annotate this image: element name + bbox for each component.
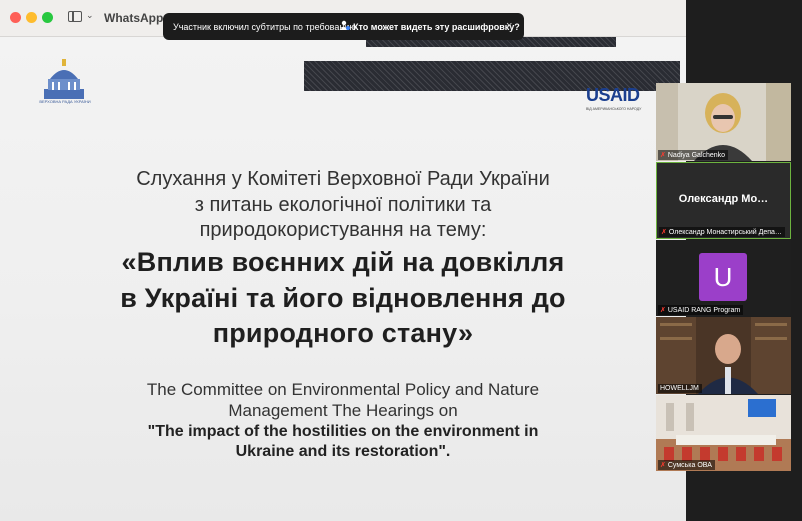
chevron-down-icon[interactable]: ⌄	[86, 10, 94, 21]
usaid-logo: USAID ВІД АМЕРИКАНСЬКОГО НАРОДУ	[586, 85, 641, 111]
participant-display-name: Олександр Мо…	[678, 193, 769, 205]
participant-tile-active[interactable]: Олександр Мо… ✗ Олександр Монастирський Д…	[656, 162, 791, 239]
participant-avatar: U	[699, 253, 747, 301]
en-title-line: Ukraine and its restoration".	[235, 443, 451, 460]
participant-name-label: HOWELLJM	[658, 384, 702, 393]
transcript-visibility-link[interactable]: Кто может видеть эту расшифровку?	[353, 22, 520, 32]
participant-video	[656, 317, 791, 394]
participant-name: Nadiya Galchenko	[667, 152, 726, 159]
participant-tile[interactable]: ✗ Сумська ОВА	[656, 395, 791, 471]
slide-title-line: в Україні та його відновлення до	[120, 283, 566, 313]
participant-tile[interactable]: ✗ Nadiya Galchenko	[656, 83, 791, 161]
minimize-window-button[interactable]	[26, 12, 37, 23]
usaid-logo-subtitle: ВІД АМЕРИКАНСЬКОГО НАРОДУ	[586, 107, 642, 111]
en-heading-line: The Committee on Environmental Policy an…	[146, 380, 540, 399]
captions-notification: Участник включил субтитры по требованию …	[163, 13, 524, 40]
participant-tile[interactable]: U ✗ USAID RANG Program	[656, 240, 791, 316]
muted-mic-icon: ✗	[660, 462, 666, 469]
close-window-button[interactable]	[10, 12, 21, 23]
zoom-window-button[interactable]	[42, 12, 53, 23]
person-info-icon	[340, 20, 350, 30]
participant-name: HOWELLJM	[660, 385, 699, 392]
participant-name-label: ✗ Nadiya Galchenko	[658, 150, 729, 160]
participant-name-label: ✗ USAID RANG Program	[658, 305, 744, 315]
ua-heading-line: природокористування на тему:	[199, 219, 487, 241]
participant-name-label: ✗ Сумська ОВА	[658, 460, 715, 470]
close-icon[interactable]: ×	[506, 20, 512, 32]
en-heading-line: Management The Hearings on	[228, 401, 458, 420]
en-title-line: "The impact of the hostilities on the en…	[147, 423, 539, 440]
muted-mic-icon: ✗	[661, 229, 667, 236]
parliament-caption: ВЕРХОВНА РАДА УКРАЇНИ	[39, 99, 91, 104]
slide-title-line: природного стану»	[212, 318, 474, 348]
shared-slide: ВЕРХОВНА РАДА УКРАЇНИ USAID ВІД АМЕРИКАН…	[0, 37, 686, 521]
ua-heading-line: Слухання у Комітеті Верховної Ради Украї…	[136, 168, 550, 190]
participant-name: Олександр Монастирський Депа…	[668, 229, 782, 236]
muted-mic-icon: ✗	[660, 307, 666, 314]
participant-name-label: ✗ Олександр Монастирський Депа…	[659, 227, 785, 237]
muted-mic-icon: ✗	[660, 152, 666, 159]
usaid-logo-text: USAID	[586, 85, 640, 105]
notification-message: Участник включил субтитры по требованию	[173, 22, 357, 32]
ua-heading-line: з питань екологічної політики та	[194, 194, 492, 216]
slide-title-line: «Вплив воєнних дій на довкілля	[121, 247, 565, 277]
participant-name: Сумська ОВА	[667, 462, 712, 469]
participant-tile[interactable]: HOWELLJM	[656, 317, 791, 394]
participant-name: USAID RANG Program	[667, 307, 741, 314]
sidebar-toggle-icon[interactable]	[68, 11, 82, 22]
